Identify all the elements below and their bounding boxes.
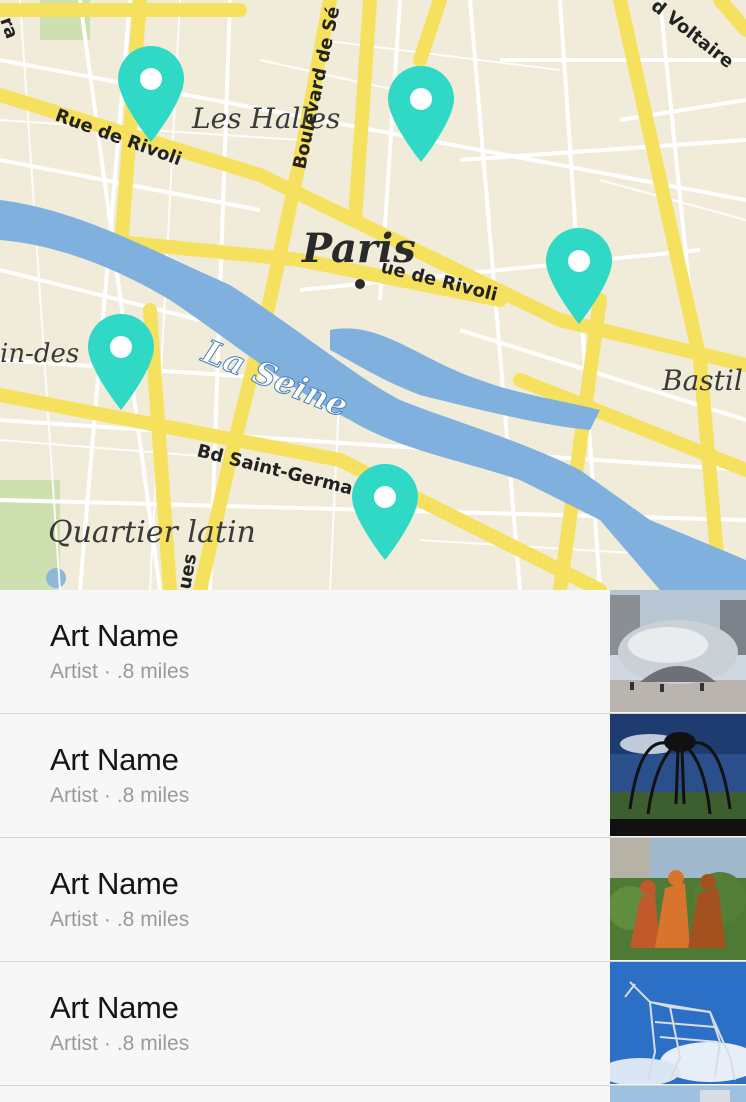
cloud-gate-thumbnail <box>610 590 746 712</box>
separator: · <box>103 908 111 931</box>
artist-name: Artist <box>50 1032 98 1055</box>
art-name: Art Name <box>50 618 179 653</box>
list-item[interactable]: Art Name Artist · .8 miles <box>0 838 746 962</box>
artist-name: Artist <box>50 908 98 931</box>
art-name: Art Name <box>50 990 179 1025</box>
art-meta: Artist · .8 miles <box>50 660 189 684</box>
artist-name: Artist <box>50 660 98 683</box>
art-name: Art Name <box>50 866 179 901</box>
art-name: Art Name <box>50 742 179 777</box>
figures-sculpture-thumbnail <box>610 838 746 960</box>
map-pin-icon[interactable] <box>388 66 454 162</box>
map-label-saint-germain-des-pres: in-des <box>0 339 79 369</box>
list-item[interactable]: Art Name Artist · .8 miles <box>0 590 746 714</box>
list-item[interactable]: Art Name Artist · .8 miles <box>0 962 746 1086</box>
map-label-quartier-latin: Quartier latin <box>48 515 256 550</box>
separator: · <box>103 784 111 807</box>
map-pin-icon[interactable] <box>118 46 184 142</box>
spider-sculpture-thumbnail <box>610 714 746 836</box>
map-pin-icon[interactable] <box>88 314 154 410</box>
distance: .8 miles <box>116 784 190 807</box>
map-label-bastille: Bastil <box>661 364 743 397</box>
separator: · <box>103 1032 111 1055</box>
list-item[interactable] <box>0 1086 746 1102</box>
map-pin-icon[interactable] <box>546 228 612 324</box>
art-meta: Artist · .8 miles <box>50 908 189 932</box>
separator: · <box>103 660 111 683</box>
art-meta: Artist · .8 miles <box>50 1032 189 1056</box>
art-list[interactable]: Art Name Artist · .8 miles Art Name Artist… <box>0 590 746 1102</box>
distance: .8 miles <box>116 1032 190 1055</box>
map-pin-icon[interactable] <box>352 464 418 560</box>
horse-sculpture-thumbnail <box>610 962 746 1084</box>
art-meta: Artist · .8 miles <box>50 784 189 808</box>
list-item[interactable]: Art Name Artist · .8 miles <box>0 714 746 838</box>
distance: .8 miles <box>116 908 190 931</box>
artwork-thumbnail <box>610 1086 746 1102</box>
distance: .8 miles <box>116 660 190 683</box>
artist-name: Artist <box>50 784 98 807</box>
map-view[interactable]: Les Halles Paris La Seine Quartier latin… <box>0 0 746 590</box>
